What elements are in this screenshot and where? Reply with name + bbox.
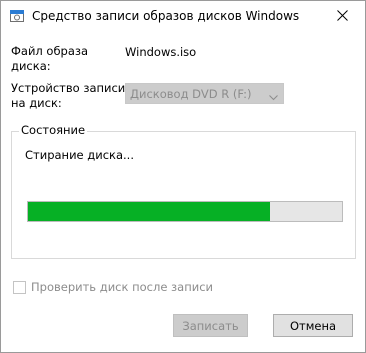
device-label-line1: Устройство записи: [11, 81, 126, 95]
device-label-line2: на диск:: [11, 96, 62, 110]
image-file-label-line2: диска:: [11, 59, 51, 73]
status-group: Состояние Стирание диска...: [11, 123, 356, 259]
device-select[interactable]: Дисковод DVD R (F:): [125, 83, 284, 104]
progress-fill: [28, 202, 270, 221]
verify-checkbox-label: Проверить диск после записи: [31, 280, 214, 294]
disc-burner-icon: [10, 9, 24, 23]
cancel-button[interactable]: Отмена: [273, 314, 353, 337]
burn-button[interactable]: Записать: [173, 314, 248, 337]
status-text: Стирание диска...: [25, 148, 134, 162]
image-file-label-line1: Файл образа: [11, 44, 89, 58]
window-title: Средство записи образов дисков Windows: [32, 9, 300, 23]
verify-checkbox[interactable]: [13, 280, 26, 294]
progress-bar: [27, 201, 343, 222]
close-button[interactable]: [320, 1, 365, 32]
burner-dialog: Средство записи образов дисков Windows Ф…: [0, 0, 366, 353]
verify-option[interactable]: Проверить диск после записи: [13, 280, 213, 294]
device-select-value: Дисковод DVD R (F:): [130, 87, 252, 101]
status-group-title: Состояние: [19, 123, 88, 137]
close-icon: [337, 9, 348, 24]
chevron-down-icon: [269, 90, 278, 104]
image-file-value: Windows.iso: [125, 45, 197, 59]
title-bar[interactable]: Средство записи образов дисков Windows: [1, 1, 365, 33]
